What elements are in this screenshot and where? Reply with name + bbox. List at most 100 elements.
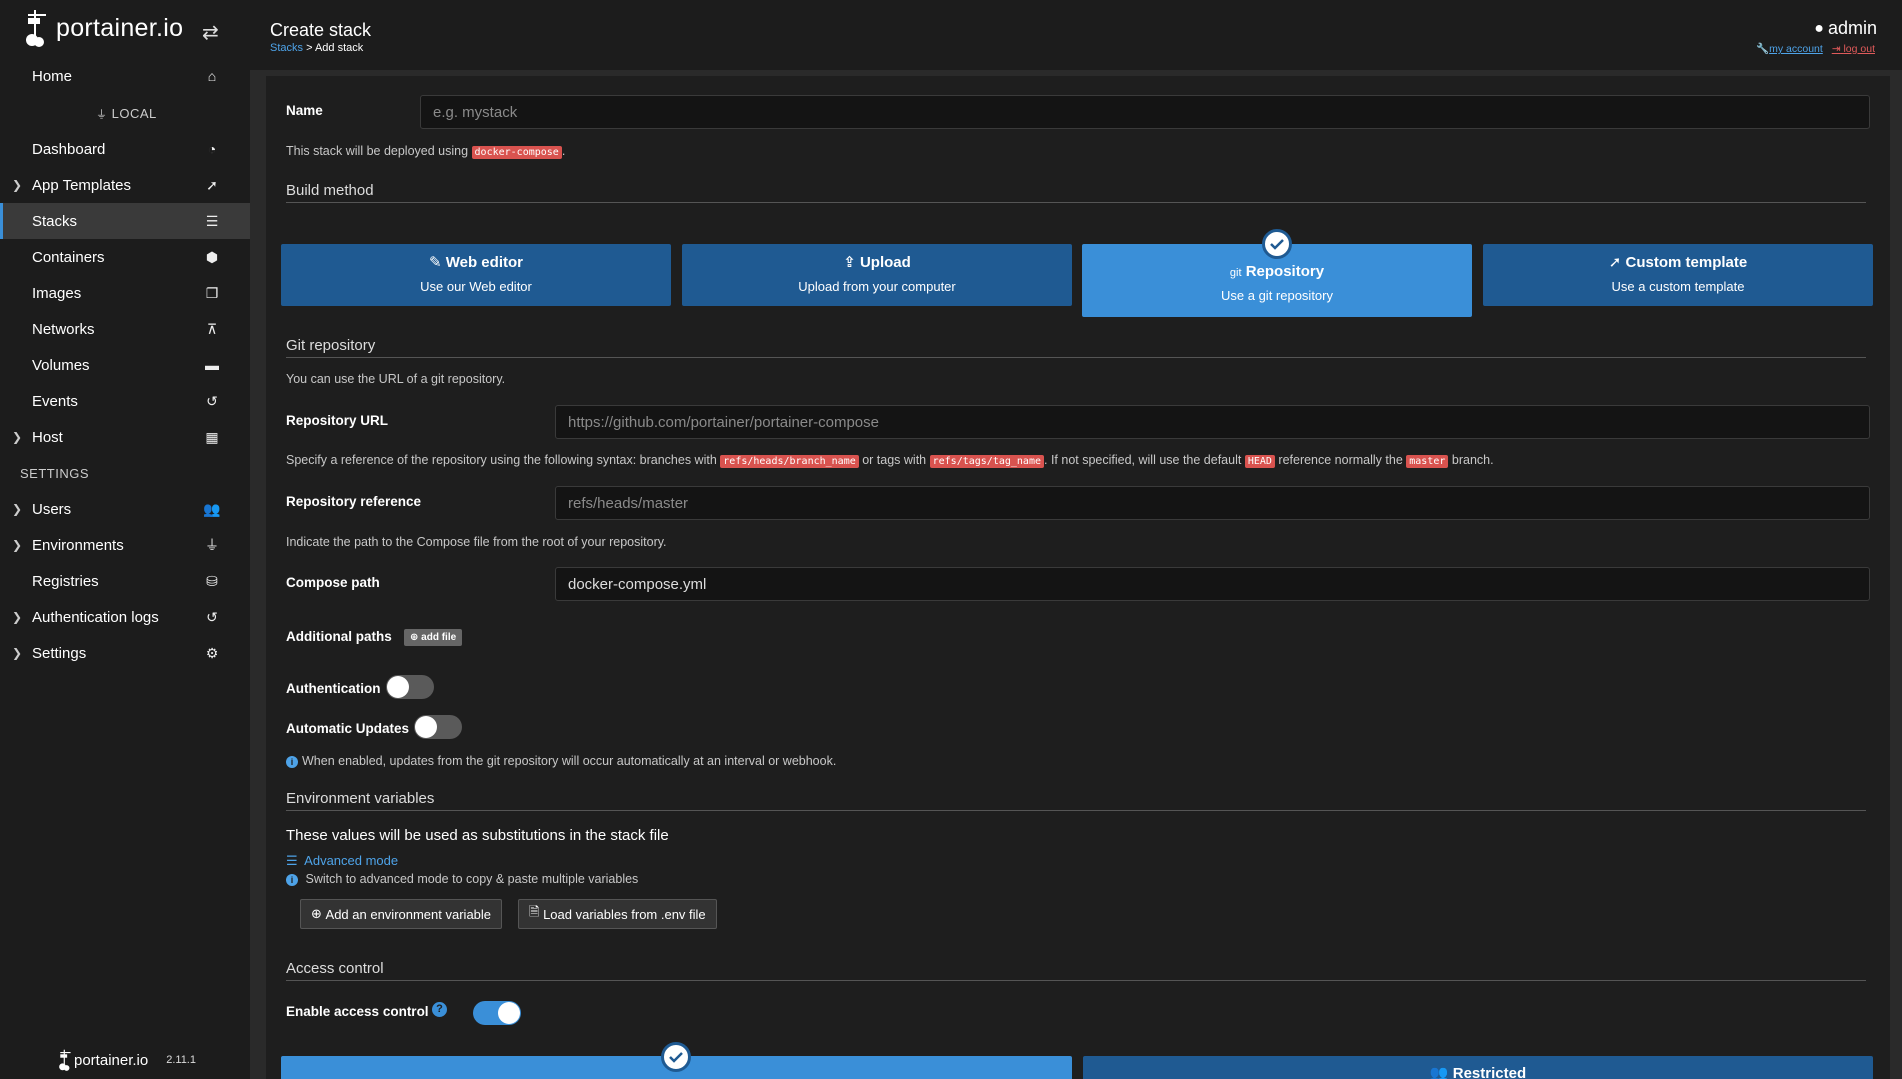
sidebar-item-label: Authentication logs [32, 608, 159, 626]
info-circle-icon: i [286, 755, 298, 768]
username: admin [1827, 18, 1877, 38]
plug-icon: ⏚ [96, 109, 108, 121]
my-account-link[interactable]: my account [1769, 43, 1823, 55]
load-env-label: Load variables from .env file [543, 906, 706, 922]
build-method-custom-template[interactable]: ➚ Custom template Use a custom template [1483, 244, 1873, 306]
compose-path-input[interactable]: docker-compose.yml [555, 567, 1870, 601]
exchange-icon[interactable]: ⇄ [202, 20, 219, 45]
authentication-toggle[interactable] [386, 675, 434, 699]
env-subtitle: These values will be used as substitutio… [286, 827, 669, 844]
compose-help: Indicate the path to the Compose file fr… [286, 535, 667, 549]
footer-logo-text: portainer.io [74, 1051, 149, 1069]
sidebar-item-registries[interactable]: Registries ⛁ [0, 563, 250, 599]
info-circle-icon: i [286, 873, 298, 886]
log-out-label: log out [1843, 43, 1875, 55]
enable-access-control-label: Enable access control [286, 1004, 429, 1019]
deploy-note-code: docker-compose [471, 146, 562, 159]
load-env-file-button[interactable]: 🗎 Load variables from .env file [518, 899, 717, 929]
git-icon: git [1229, 267, 1242, 279]
sidebar-footer: portainer.io 2.11.1 [58, 1047, 196, 1073]
advanced-mode-help: i Switch to advanced mode to copy & past… [286, 872, 638, 886]
repo-ref-label: Repository reference [286, 494, 422, 509]
sidebar-item-dashboard[interactable]: Dashboard ◔ [0, 131, 250, 167]
chevron-right-icon: ❯ [12, 502, 23, 516]
environment-label: ⏚ LOCAL [96, 106, 157, 122]
sidebar-item-label: Images [32, 284, 82, 302]
sidebar-item-stacks[interactable]: Stacks ☰ [0, 203, 250, 239]
database-icon: ⛁ [206, 572, 218, 589]
sidebar-item-app-templates[interactable]: ❯ App Templates ➚ [0, 167, 250, 203]
additional-paths-label: Additional paths [286, 629, 392, 644]
chevron-right-icon: ❯ [12, 430, 23, 444]
sidebar-item-containers[interactable]: Containers ⬢ [0, 239, 250, 275]
automatic-updates-toggle[interactable] [414, 715, 462, 739]
sidebar-item-label: Volumes [32, 356, 90, 374]
sidebar-item-label: Events [32, 392, 78, 410]
logo-text: portainer.io [56, 13, 184, 42]
user-menu: ● admin [1814, 18, 1877, 39]
compose-path-label: Compose path [286, 575, 380, 590]
sidebar-item-settings[interactable]: ❯ Settings ⚙ [0, 635, 250, 671]
sidebar-item-label: Environments [32, 536, 124, 554]
history-icon: ↺ [206, 392, 218, 409]
name-label: Name [286, 103, 323, 118]
sidebar-item-environments[interactable]: ❯ Environments ⏚ [0, 527, 250, 563]
sidebar-item-home[interactable]: Home ⌂ [0, 58, 250, 94]
add-env-variable-button[interactable]: ⊕ Add an environment variable [300, 899, 503, 929]
chevron-right-icon: ❯ [12, 538, 23, 552]
ref-help-text: . If not specified, will use the default [1044, 453, 1242, 467]
add-env-label: Add an environment variable [325, 906, 492, 922]
question-circle-icon[interactable]: ? [432, 1002, 447, 1017]
ref-help-text: or tags with [862, 453, 927, 467]
home-icon: ⌂ [207, 68, 217, 84]
plus-circle-icon: ⊕ [410, 632, 419, 643]
create-stack-form: Name e.g. mystack This stack will be dep… [266, 76, 1890, 1079]
build-method-upload[interactable]: ⇪ Upload Upload from your computer [682, 244, 1072, 306]
name-input[interactable]: e.g. mystack [420, 95, 1870, 129]
sidebar-item-label: Registries [32, 572, 99, 590]
add-file-button[interactable]: ⊕ add file [404, 629, 463, 646]
deploy-note-suffix: . [561, 144, 566, 158]
auto-updates-help-text: When enabled, updates from the git repos… [302, 754, 837, 768]
plug-icon: ⏚ [205, 537, 219, 553]
sidebar-item-images[interactable]: Images ❐ [0, 275, 250, 311]
sitemap-icon: ⊼ [206, 320, 218, 337]
advanced-mode-link[interactable]: ☰ Advanced mode [286, 853, 398, 869]
access-control-toggle[interactable] [473, 1001, 521, 1025]
page-title: Create stack [270, 20, 372, 40]
deploy-note: This stack will be deployed using docker… [286, 144, 566, 159]
chevron-right-icon: ❯ [12, 610, 23, 624]
breadcrumb-stacks-link[interactable]: Stacks [270, 42, 303, 54]
access-option-restricted[interactable]: 👥 Restricted [1083, 1056, 1873, 1079]
portainer-logo[interactable]: portainer.io [24, 8, 183, 48]
page-header: Create stack Stacks > Add stack ● admin … [250, 0, 1902, 70]
history-icon: ↺ [206, 608, 218, 625]
sidebar-item-label: Users [32, 500, 72, 518]
sidebar-item-authentication-logs[interactable]: ❯ Authentication logs ↺ [0, 599, 250, 635]
sidebar-item-events[interactable]: Events ↺ [0, 383, 250, 419]
users-icon: 👥 [1429, 1065, 1449, 1079]
log-out-link[interactable]: ⇥ log out [1832, 43, 1875, 55]
hdd-icon: ▬ [205, 357, 219, 373]
repo-ref-help: Specify a reference of the repository us… [286, 453, 1494, 468]
sidebar: portainer.io ⇄ Home ⌂ ⏚ LOCAL Dashboard … [0, 0, 250, 1079]
environment-name: LOCAL [111, 106, 157, 121]
deploy-note-text: This stack will be deployed using [286, 144, 469, 158]
cogs-icon: ⚙ [205, 644, 219, 661]
repo-ref-input[interactable]: refs/heads/master [555, 486, 1870, 520]
settings-section-label: SETTINGS [20, 466, 90, 481]
selected-check-icon [1262, 229, 1292, 259]
ref-help-text: branch. [1451, 453, 1494, 467]
wrench-icon: 🔧 [1756, 43, 1770, 55]
sidebar-item-host[interactable]: ❯ Host ▦ [0, 419, 250, 455]
sidebar-item-volumes[interactable]: Volumes ▬ [0, 347, 250, 383]
repo-url-label: Repository URL [286, 413, 389, 428]
sidebar-item-networks[interactable]: Networks ⊼ [0, 311, 250, 347]
build-method-web-editor[interactable]: ✎ Web editor Use our Web editor [281, 244, 671, 306]
clone-icon: ❐ [205, 284, 219, 301]
sidebar-item-users[interactable]: ❯ Users 👥 [0, 491, 250, 527]
build-method-title: Build method [286, 182, 1866, 203]
breadcrumb-current: > Add stack [306, 42, 364, 54]
build-method-subtitle: Use a git repository [1221, 288, 1333, 303]
repo-url-input[interactable]: https://github.com/portainer/portainer-c… [555, 405, 1870, 439]
